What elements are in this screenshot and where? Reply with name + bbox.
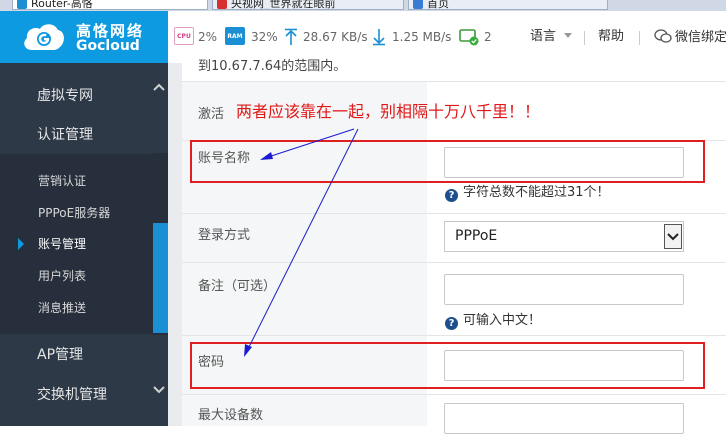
brand-logo[interactable]: 高恪网络 Gocloud [0, 11, 168, 63]
home-favicon-icon [413, 0, 423, 9]
devices-icon [459, 29, 479, 46]
active-indicator-icon [18, 238, 24, 250]
chevron-down-icon[interactable] [153, 385, 165, 395]
form-panel: 到10.67.7.64的范围内。 激活 账号名称 ? 字符总数不能超过31个！ 登… [168, 59, 726, 434]
chevron-down-icon [564, 33, 573, 38]
sidebar-item-ap[interactable]: AP管理 [37, 346, 83, 364]
chevron-up-icon[interactable] [153, 82, 165, 92]
cpu-usage: 2% [198, 30, 218, 44]
browser-tab-label: 首页 [427, 0, 449, 10]
header-divider [639, 31, 640, 45]
wechat-label: 微信绑定 [675, 30, 726, 45]
sidebar-nav: 虚拟专网 认证管理 营销认证 PPPoE服务器 账号管理 用户列表 消息推送 A… [0, 63, 168, 426]
ram-icon: RAM [225, 27, 245, 45]
upload-speed: 28.67 KB/s [303, 30, 368, 44]
router-favicon-icon [17, 0, 27, 9]
wechat-icon [654, 29, 672, 43]
upload-arrow-icon [285, 28, 297, 45]
ram-usage: 32% [251, 30, 278, 44]
sidebar-item-switch[interactable]: 交换机管理 [37, 386, 107, 404]
language-menu[interactable]: 语言 [530, 29, 573, 45]
browser-tab-router[interactable]: Router-高恪 [12, 0, 208, 10]
device-count: 2 [484, 30, 492, 44]
annotation-arrows [244, 128, 359, 357]
header-divider [584, 31, 585, 45]
brand-name-en: Gocloud [76, 38, 140, 54]
cctv-favicon-icon [217, 0, 227, 9]
sidebar-submenu: 营销认证 PPPoE服务器 账号管理 用户列表 消息推送 [0, 154, 153, 334]
browser-tab-strip: Router-高恪 央视网_世界就在眼前 首页 [0, 0, 726, 11]
browser-tab-label: Router-高恪 [31, 0, 93, 10]
sidebar-subitem-pppoe-server[interactable]: PPPoE服务器 [38, 205, 110, 221]
download-speed: 1.25 MB/s [392, 30, 452, 44]
cpu-chip-label: CPU [177, 33, 191, 40]
cloud-logo-icon [24, 24, 64, 50]
sidebar-subitem-message-push[interactable]: 消息推送 [38, 300, 86, 316]
cpu-icon: CPU [174, 27, 194, 45]
sidebar-subitem-user-list[interactable]: 用户列表 [38, 268, 86, 284]
browser-tab-home[interactable]: 首页 [408, 0, 608, 10]
ram-chip-label: RAM [227, 33, 243, 40]
browser-tab-label: 央视网_世界就在眼前 [231, 0, 336, 10]
sidebar-scrollbar-thumb[interactable] [153, 223, 168, 333]
sidebar-item-vpn[interactable]: 虚拟专网 [37, 87, 93, 105]
wechat-bind-link[interactable]: 微信绑定 [654, 29, 726, 46]
download-arrow-icon [373, 29, 385, 46]
help-link[interactable]: 帮助 [598, 29, 624, 45]
sidebar-subitem-account-management[interactable]: 账号管理 [38, 236, 86, 252]
sidebar-subitem-marketing-auth[interactable]: 营销认证 [38, 173, 86, 189]
language-label: 语言 [530, 29, 557, 44]
top-header: 高恪网络 Gocloud CPU 2% RAM 32% 28.67 KB/s 1… [0, 11, 726, 64]
browser-tab-cctv[interactable]: 央视网_世界就在眼前 [212, 0, 404, 10]
sidebar-item-auth[interactable]: 认证管理 [37, 126, 93, 144]
